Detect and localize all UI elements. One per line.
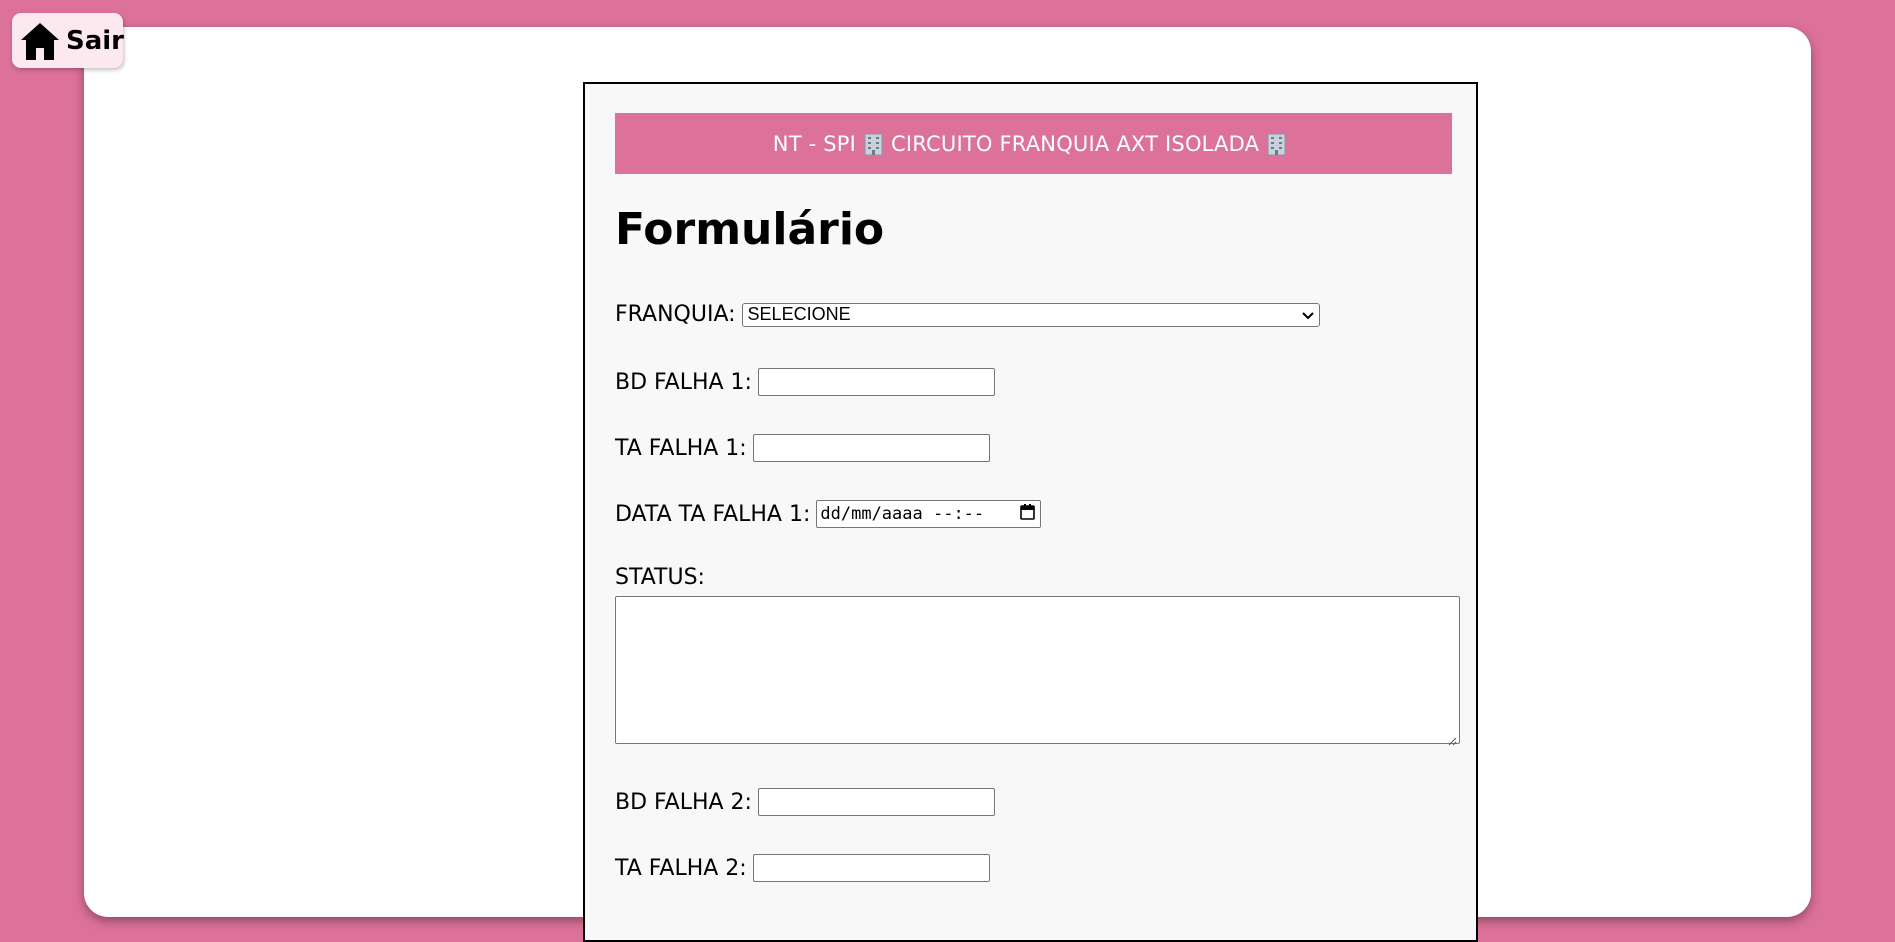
date-placeholder: dd/mm/aaaa --:-- <box>820 504 985 524</box>
home-icon <box>19 19 61 63</box>
exit-button[interactable]: Sair <box>12 13 125 68</box>
data-ta-falha-1-input[interactable]: dd/mm/aaaa --:-- <box>816 500 1042 528</box>
chevron-down-icon <box>1301 304 1314 325</box>
franquia-selected-value: SELECIONE <box>747 304 851 324</box>
form-title: Formulário <box>615 204 885 255</box>
ta-falha-2-input[interactable] <box>752 854 990 882</box>
bd-falha-2-input[interactable] <box>757 788 995 816</box>
franquia-label: FRANQUIA: <box>615 302 736 327</box>
resize-grip-icon[interactable] <box>1447 731 1457 746</box>
data-ta-falha-1-row: DATA TA FALHA 1: dd/mm/aaaa --:-- <box>615 500 1042 528</box>
bd-falha-1-label: BD FALHA 1: <box>615 369 752 395</box>
bd-falha-1-row: BD FALHA 1: <box>615 368 995 396</box>
content-sheet: NT - SPI CIRCUITO FRANQUIA AXT ISOLADA F… <box>84 27 1811 942</box>
franquia-select[interactable]: SELECIONE <box>741 302 1320 327</box>
status-label: STATUS: <box>615 565 705 590</box>
calendar-icon[interactable] <box>1020 503 1036 525</box>
form-banner: NT - SPI CIRCUITO FRANQUIA AXT ISOLADA <box>615 113 1452 174</box>
ta-falha-1-label: TA FALHA 1: <box>615 435 747 461</box>
status-textarea[interactable] <box>615 596 1460 746</box>
banner-prefix: NT - SPI <box>772 131 857 156</box>
office-building-icon <box>1267 133 1286 155</box>
ta-falha-2-label: TA FALHA 2: <box>615 855 747 881</box>
ta-falha-1-input[interactable] <box>752 434 990 462</box>
ta-falha-2-row: TA FALHA 2: <box>615 854 990 882</box>
franquia-row: FRANQUIA: SELECIONE <box>615 302 1320 327</box>
data-ta-falha-1-label: DATA TA FALHA 1: <box>615 501 811 527</box>
bd-falha-2-row: BD FALHA 2: <box>615 788 995 816</box>
bd-falha-1-input[interactable] <box>757 368 995 396</box>
office-building-icon <box>864 133 883 155</box>
bd-falha-2-label: BD FALHA 2: <box>615 789 752 815</box>
banner-title: CIRCUITO FRANQUIA AXT ISOLADA <box>891 131 1260 156</box>
ta-falha-1-row: TA FALHA 1: <box>615 434 990 462</box>
form-card: NT - SPI CIRCUITO FRANQUIA AXT ISOLADA F… <box>583 82 1478 942</box>
exit-label: Sair <box>66 25 125 56</box>
